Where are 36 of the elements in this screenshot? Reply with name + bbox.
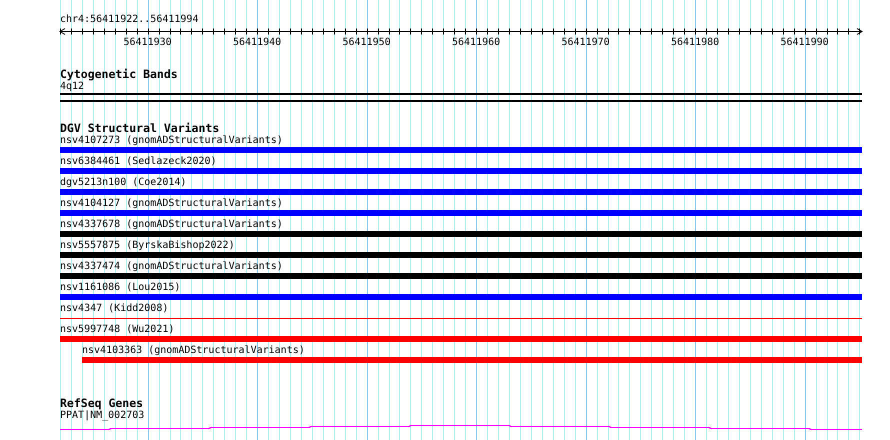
variant-bar[interactable] <box>60 168 862 174</box>
tick-label: 56411960 <box>452 37 500 48</box>
feature-label: nsv4104127 (gnomADStructuralVariants) <box>60 198 283 209</box>
variant-bar[interactable] <box>60 189 862 195</box>
feature-label: dgv5213n100 (Coe2014) <box>60 177 186 188</box>
location-label: chr4:56411922..56411994 <box>60 14 198 26</box>
feature-label: nsv4103363 (gnomADStructuralVariants) <box>82 345 305 356</box>
variant-bar[interactable] <box>60 210 862 216</box>
variant-bar[interactable] <box>60 147 862 153</box>
variant-bar[interactable] <box>60 336 862 342</box>
feature-label: PPAT|NM_002703 <box>60 410 144 421</box>
tick-label: 56411980 <box>671 37 720 48</box>
variant-bar[interactable] <box>82 357 862 363</box>
feature-label: nsv6384461 (Sedlazeck2020) <box>60 156 217 167</box>
feature-label: nsv4337678 (gnomADStructuralVariants) <box>60 219 283 230</box>
tick-label: 56411940 <box>233 37 282 48</box>
feature-label: nsv4347 (Kidd2008) <box>60 303 168 314</box>
feature-label: nsv5557875 (ByrskaBishop2022) <box>60 240 235 251</box>
track-title: Cytogenetic Bands <box>60 68 178 81</box>
gene-model-drawing[interactable] <box>60 425 862 430</box>
variant-bar[interactable] <box>60 273 862 279</box>
variant-line[interactable] <box>60 318 862 319</box>
tick-label: 56411930 <box>124 37 172 48</box>
tick-label: 56411970 <box>562 37 610 48</box>
feature-label: nsv4337474 (gnomADStructuralVariants) <box>60 261 283 272</box>
track-title: DGV Structural Variants <box>60 122 220 135</box>
variant-bar[interactable] <box>60 252 862 258</box>
variant-bar[interactable] <box>60 231 862 237</box>
feature-label: nsv1161086 (Lou2015) <box>60 282 180 293</box>
feature-label: nsv5997748 (Wu2021) <box>60 324 174 335</box>
feature-label: 4q12 <box>60 81 84 92</box>
track-title: RefSeq Genes <box>60 397 144 410</box>
tick-label: 56411950 <box>342 37 391 48</box>
variant-bar[interactable] <box>60 294 862 300</box>
feature-label: nsv4107273 (gnomADStructuralVariants) <box>60 135 283 146</box>
tick-label: 56411990 <box>780 37 829 48</box>
